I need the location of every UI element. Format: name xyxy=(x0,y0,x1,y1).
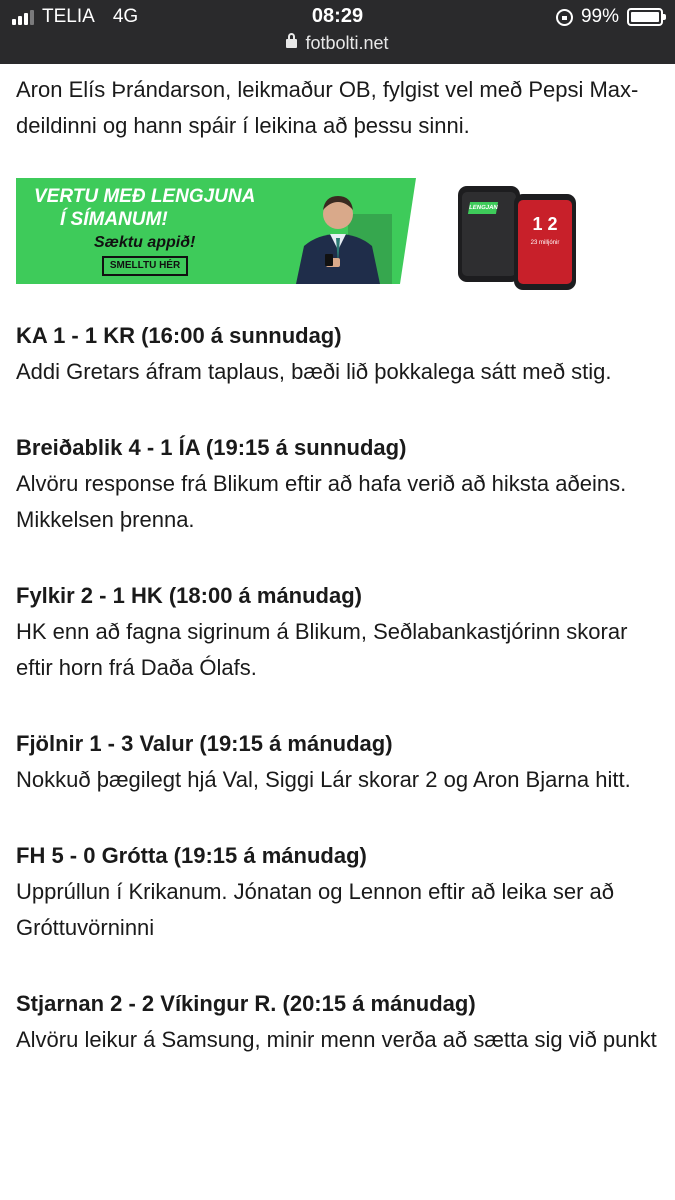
battery-fill xyxy=(631,12,659,22)
match-comment: Alvöru leikur á Samsung, minir menn verð… xyxy=(16,1027,657,1052)
match-title: Breiðablik 4 - 1 ÍA (19:15 á sunnudag) xyxy=(16,435,407,460)
status-bar: TELIA 4G 08:29 fotbolti.net 99% xyxy=(0,0,675,64)
address-bar[interactable]: fotbolti.net xyxy=(0,33,675,54)
status-right: 99% xyxy=(555,6,666,28)
phone-mockup-jackpot: 1 2 23 milljónir xyxy=(514,194,576,290)
match-comment: Upprúllun í Krikanum. Jónatan og Lennon … xyxy=(16,879,615,940)
match-prediction: Fjölnir 1 - 3 Valur (19:15 á mánudag) No… xyxy=(16,726,661,798)
phone-mockup-app: LENGJAN xyxy=(458,186,520,282)
banner-headline-1: VERTU MEÐ LENGJUNA xyxy=(34,186,256,207)
rotation-lock-icon xyxy=(555,8,573,26)
url-text: fotbolti.net xyxy=(305,33,389,53)
match-comment: Nokkuð þægilegt hjá Val, Siggi Lár skora… xyxy=(16,767,631,792)
match-comment: Addi Gretars áfram taplaus, bæði lið þok… xyxy=(16,359,612,384)
match-comment: HK enn að fagna sigrinum á Blikum, Seðla… xyxy=(16,619,628,680)
lengjan-logo: LENGJAN xyxy=(467,202,498,214)
article-body: Aron Elís Þrándarson, leikmaður OB, fylg… xyxy=(16,64,661,1058)
match-comment: Alvöru response frá Blikum eftir að hafa… xyxy=(16,471,627,532)
banner-cta-button[interactable]: SMELLTU HÉR xyxy=(102,256,188,276)
article-intro: Aron Elís Þrándarson, leikmaður OB, fylg… xyxy=(16,77,639,138)
lengjan-ad-banner[interactable]: VERTU MEÐ LENGJUNA Í SÍMANUM! Sæktu appi… xyxy=(16,178,661,290)
banner-headline-2: Í SÍMANUM! xyxy=(60,209,168,230)
match-prediction: Stjarnan 2 - 2 Víkingur R. (20:15 á mánu… xyxy=(16,986,661,1058)
banner-green-panel: VERTU MEÐ LENGJUNA Í SÍMANUM! Sæktu appi… xyxy=(16,178,416,284)
match-prediction: FH 5 - 0 Grótta (19:15 á mánudag) Upprúl… xyxy=(16,838,661,946)
banner-subline: Sæktu appið! xyxy=(94,234,196,251)
battery-icon xyxy=(627,8,666,26)
match-title: Fjölnir 1 - 3 Valur (19:15 á mánudag) xyxy=(16,731,393,756)
presenter-image xyxy=(296,196,392,284)
jackpot-amount: 23 milljónir xyxy=(530,240,560,246)
match-title: KA 1 - 1 KR (16:00 á sunnudag) xyxy=(16,323,342,348)
jackpot-numbers: 1 2 xyxy=(532,214,558,234)
match-title: Fylkir 2 - 1 HK (18:00 á mánudag) xyxy=(16,583,362,608)
match-predictions: KA 1 - 1 KR (16:00 á sunnudag) Addi Gret… xyxy=(16,318,661,1058)
match-prediction: KA 1 - 1 KR (16:00 á sunnudag) Addi Gret… xyxy=(16,318,661,390)
battery-percent: 99% xyxy=(580,6,619,27)
match-title: FH 5 - 0 Grótta (19:15 á mánudag) xyxy=(16,843,367,868)
match-prediction: Fylkir 2 - 1 HK (18:00 á mánudag) HK enn… xyxy=(16,578,661,686)
lock-icon xyxy=(286,33,298,48)
match-prediction: Breiðablik 4 - 1 ÍA (19:15 á sunnudag) A… xyxy=(16,430,661,538)
match-title: Stjarnan 2 - 2 Víkingur R. (20:15 á mánu… xyxy=(16,991,476,1016)
